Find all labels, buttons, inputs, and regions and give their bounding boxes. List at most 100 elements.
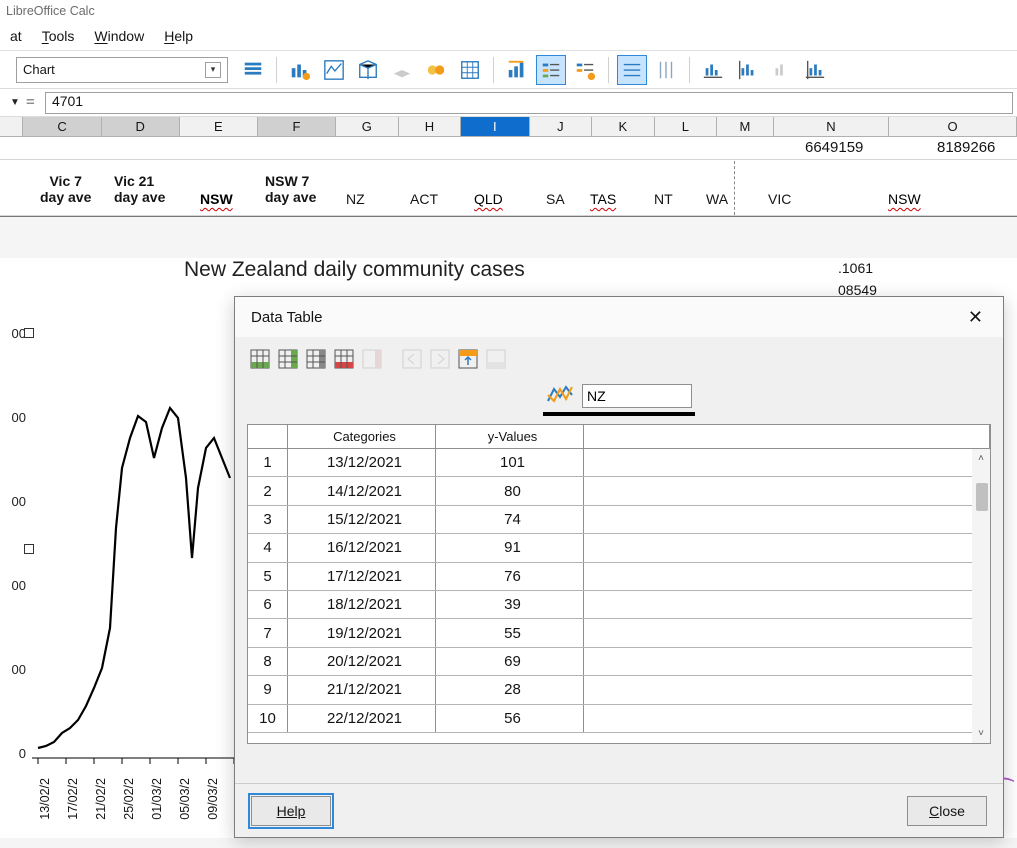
cell-yvalue[interactable]: 39 <box>436 591 584 618</box>
z-axis-icon[interactable] <box>766 55 796 85</box>
move-up-icon[interactable] <box>455 346 481 372</box>
table-row[interactable]: 820/12/202169 <box>248 648 990 676</box>
cell-G2[interactable]: NZ <box>346 191 365 207</box>
legend-icon[interactable] <box>570 55 600 85</box>
cell-I2[interactable]: QLD <box>474 191 503 207</box>
cell-category[interactable]: 22/12/2021 <box>288 705 436 732</box>
table-row[interactable]: 921/12/202128 <box>248 676 990 704</box>
cell-N2[interactable]: VIC <box>768 191 791 207</box>
cell-yvalue[interactable]: 28 <box>436 676 584 703</box>
help-button[interactable]: Help <box>251 796 331 826</box>
cell-category[interactable]: 14/12/2021 <box>288 477 436 504</box>
cell-category[interactable]: 15/12/2021 <box>288 506 436 533</box>
x-axis-icon[interactable] <box>698 55 728 85</box>
menu-format[interactable]: at <box>10 28 22 44</box>
cell-yvalue[interactable]: 55 <box>436 619 584 646</box>
cell-yvalue[interactable]: 76 <box>436 563 584 590</box>
dialog-toolbar <box>235 337 1003 375</box>
cell-E2[interactable]: NSW <box>200 191 233 207</box>
table-row[interactable]: 416/12/202191 <box>248 534 990 562</box>
data-table-grid[interactable]: Categories y-Values 113/12/2021101214/12… <box>247 424 991 744</box>
cell-category[interactable]: 21/12/2021 <box>288 676 436 703</box>
cell-yvalue[interactable]: 101 <box>436 449 584 476</box>
cell-category[interactable]: 20/12/2021 <box>288 648 436 675</box>
cell-yvalue[interactable]: 69 <box>436 648 584 675</box>
formula-equals-icon[interactable]: = <box>26 94 35 112</box>
menu-window[interactable]: Window <box>94 28 144 44</box>
column-headers[interactable]: C D E F G H I J K L M N O <box>0 117 1017 137</box>
chart-title[interactable]: New Zealand daily community cases <box>184 258 525 282</box>
all-axes-icon[interactable] <box>800 55 830 85</box>
vertical-grid-icon[interactable] <box>651 55 681 85</box>
close-button[interactable]: Close <box>907 796 987 826</box>
chart-type-icon[interactable] <box>285 55 315 85</box>
cell-N1[interactable]: 6649159 <box>805 139 863 156</box>
table-row[interactable]: 113/12/2021101 <box>248 449 990 477</box>
col-F: F <box>258 117 336 136</box>
move-down-icon <box>483 346 509 372</box>
y-axis-icon[interactable] <box>732 55 762 85</box>
chart-wall-icon[interactable] <box>353 55 383 85</box>
cell-category[interactable]: 17/12/2021 <box>288 563 436 590</box>
insert-text-column-icon[interactable] <box>303 346 329 372</box>
row-number: 2 <box>248 477 288 504</box>
col-L: L <box>655 117 718 136</box>
vertical-scrollbar[interactable]: ˄ ˅ <box>972 449 990 743</box>
table-row[interactable]: 214/12/202180 <box>248 477 990 505</box>
name-box-dropdown-icon[interactable]: ▼ <box>10 97 20 108</box>
cell-category[interactable]: 13/12/2021 <box>288 449 436 476</box>
cell-C2[interactable]: Vic 7day ave <box>40 173 91 205</box>
y-tick: 00 <box>0 326 26 341</box>
table-row[interactable]: 719/12/202155 <box>248 619 990 647</box>
move-left-icon <box>399 346 425 372</box>
cells-area[interactable]: 6649159 8189266 Vic 7day ave Vic 21day a… <box>0 137 1017 217</box>
menu-tools[interactable]: Tools <box>42 28 75 44</box>
cell-O1[interactable]: 8189266 <box>937 139 995 156</box>
close-icon[interactable]: ✕ <box>964 303 987 332</box>
col-yvalues[interactable]: y-Values <box>436 425 584 448</box>
chart-data-ranges-icon[interactable] <box>421 55 451 85</box>
cell-D2[interactable]: Vic 21day ave <box>114 173 165 205</box>
chart-element-selector[interactable]: Chart ▾ <box>16 57 228 83</box>
cell-H2[interactable]: ACT <box>410 191 438 207</box>
cell-yvalue[interactable]: 80 <box>436 477 584 504</box>
cell-K2[interactable]: TAS <box>590 191 616 207</box>
scroll-up-icon[interactable]: ˄ <box>978 449 984 468</box>
table-row[interactable]: 315/12/202174 <box>248 506 990 534</box>
scroll-down-icon[interactable]: ˅ <box>978 724 984 743</box>
chart-floor-icon[interactable] <box>387 55 417 85</box>
table-row[interactable]: 517/12/202176 <box>248 563 990 591</box>
format-selection-icon[interactable] <box>238 55 268 85</box>
cell-yvalue[interactable]: 56 <box>436 705 584 732</box>
legend-on-icon[interactable] <box>536 55 566 85</box>
cell-category[interactable]: 18/12/2021 <box>288 591 436 618</box>
cell-F2[interactable]: NSW 7day ave <box>265 173 316 205</box>
cell-category[interactable]: 19/12/2021 <box>288 619 436 646</box>
data-table-icon[interactable] <box>455 55 485 85</box>
chevron-down-icon[interactable]: ▾ <box>205 62 221 78</box>
scroll-thumb[interactable] <box>976 483 988 511</box>
menu-help[interactable]: Help <box>164 28 193 44</box>
table-row[interactable]: 1022/12/202156 <box>248 705 990 733</box>
titles-icon[interactable] <box>502 55 532 85</box>
col-categories[interactable]: Categories <box>288 425 436 448</box>
series-name-input[interactable] <box>582 384 692 408</box>
table-row[interactable]: 618/12/202139 <box>248 591 990 619</box>
cell-J2[interactable]: SA <box>546 191 565 207</box>
delete-row-icon[interactable] <box>331 346 357 372</box>
cell-M2[interactable]: WA <box>706 161 735 215</box>
row-number: 10 <box>248 705 288 732</box>
insert-row-icon[interactable] <box>247 346 273 372</box>
col-E: E <box>180 117 258 136</box>
cell-O2[interactable]: NSW <box>888 191 921 207</box>
chart-area-icon[interactable] <box>319 55 349 85</box>
dialog-title: Data Table <box>251 309 322 326</box>
formula-input[interactable]: 4701 <box>45 92 1013 114</box>
cell-yvalue[interactable]: 74 <box>436 506 584 533</box>
horizontal-grid-icon[interactable] <box>617 55 647 85</box>
formula-bar: ▼ = 4701 <box>0 89 1017 117</box>
insert-column-icon[interactable] <box>275 346 301 372</box>
cell-category[interactable]: 16/12/2021 <box>288 534 436 561</box>
cell-yvalue[interactable]: 91 <box>436 534 584 561</box>
cell-L2[interactable]: NT <box>654 191 673 207</box>
